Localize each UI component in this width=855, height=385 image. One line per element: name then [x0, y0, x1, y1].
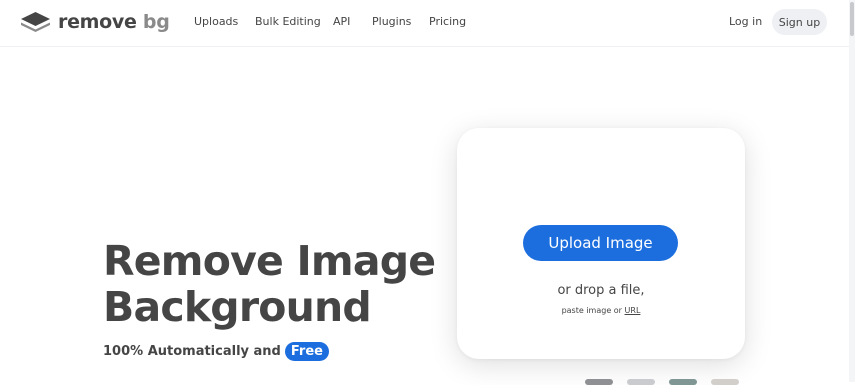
hero-subtitle-text: 100% Automatically and	[103, 344, 281, 359]
scrollbar-thumb[interactable]	[850, 2, 854, 36]
upload-card[interactable]: Upload Image or drop a file, paste image…	[457, 128, 745, 359]
paste-image-hint: paste image or URL	[457, 306, 745, 315]
sample-image-thumbnail[interactable]	[669, 379, 697, 385]
hero-title-line-2: Background	[103, 283, 372, 331]
drop-file-text: or drop a file,	[557, 283, 645, 298]
hero-title-line-1: Remove Image	[103, 237, 436, 285]
signup-button[interactable]: Sign up	[772, 9, 827, 35]
nav-item-plugins[interactable]: Plugins	[372, 15, 411, 28]
nav-item-uploads[interactable]: Uploads	[194, 15, 238, 28]
nav-item-bulk-editing[interactable]: Bulk Editing	[255, 15, 321, 28]
upload-image-button[interactable]: Upload Image	[523, 225, 678, 261]
hero-subtitle: 100% Automatically and Free	[103, 342, 329, 361]
sample-image-thumbnail[interactable]	[585, 379, 613, 385]
top-navigation-bar: remove bg Uploads Bulk Editing API Plugi…	[0, 0, 855, 47]
nav-item-api[interactable]: API	[333, 15, 350, 28]
sample-image-thumbnail[interactable]	[627, 379, 655, 385]
free-badge: Free	[284, 342, 329, 361]
scrollbar-track[interactable]	[849, 0, 855, 382]
login-link[interactable]: Log in	[729, 15, 762, 28]
brand-name: remove bg	[58, 11, 170, 33]
nav-item-pricing[interactable]: Pricing	[429, 15, 466, 28]
hero-title: Remove Image Background	[103, 237, 436, 331]
sample-image-thumbnail[interactable]	[711, 379, 739, 385]
brand-logo[interactable]: remove bg	[20, 9, 170, 35]
brand-name-remove: remove	[58, 11, 137, 33]
url-link[interactable]: URL	[625, 306, 641, 315]
layers-logo-icon	[20, 11, 51, 33]
brand-name-bg: bg	[142, 11, 170, 33]
paste-image-text: paste image or	[561, 306, 622, 315]
